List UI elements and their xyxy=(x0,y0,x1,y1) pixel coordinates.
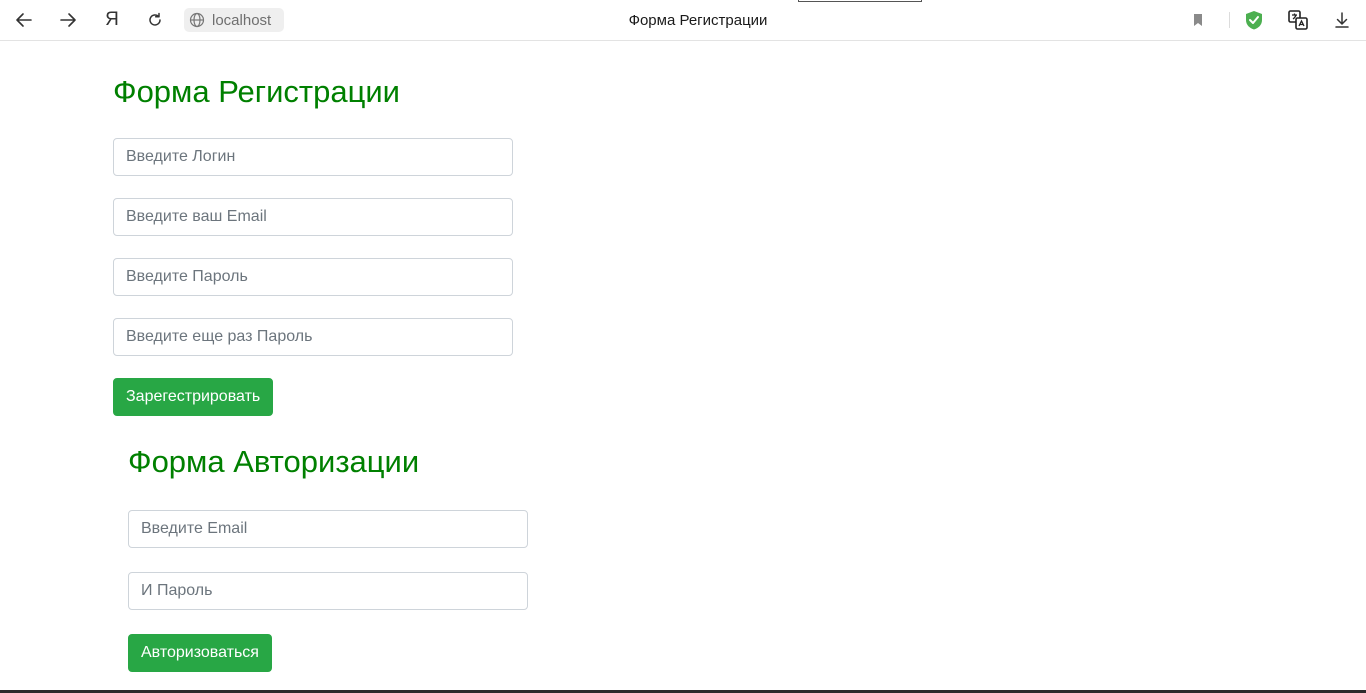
protect-button[interactable] xyxy=(1241,8,1267,32)
forward-button[interactable] xyxy=(55,8,81,32)
translate-icon xyxy=(1288,10,1308,30)
register-password-repeat-input[interactable] xyxy=(113,318,513,356)
address-bar[interactable]: localhost xyxy=(184,8,284,32)
auth-title: Форма Авторизации xyxy=(128,444,420,479)
download-icon xyxy=(1335,12,1349,28)
register-button[interactable]: Зарегестрировать xyxy=(113,378,274,416)
auth-password-input[interactable] xyxy=(128,572,528,610)
globe-icon[interactable] xyxy=(188,11,206,29)
arrow-left-icon xyxy=(16,13,32,27)
register-email-input[interactable] xyxy=(113,198,513,236)
back-button[interactable] xyxy=(11,8,37,32)
bookmark-icon xyxy=(1194,14,1202,26)
reload-button[interactable] xyxy=(142,8,168,32)
yandex-button[interactable]: Я xyxy=(99,8,125,32)
translate-button[interactable] xyxy=(1285,8,1311,32)
address-host: localhost xyxy=(212,11,272,29)
shield-check-icon xyxy=(1246,11,1262,30)
toolbar-separator xyxy=(1229,12,1230,28)
tab-indicator xyxy=(798,0,922,2)
auth-button[interactable]: Авторизоваться xyxy=(128,634,272,672)
login-input[interactable] xyxy=(113,138,513,176)
auth-email-input[interactable] xyxy=(128,510,528,548)
arrow-right-icon xyxy=(60,13,76,27)
register-title: Форма Регистрации xyxy=(113,74,400,109)
reload-icon xyxy=(149,12,161,26)
downloads-button[interactable] xyxy=(1329,8,1355,32)
page-content: Форма Регистрации Зарегестрировать Форма… xyxy=(0,41,1366,693)
browser-toolbar: Я localhost Форма Регистрации xyxy=(0,0,1366,41)
yandex-logo-icon: Я xyxy=(105,9,119,30)
bookmark-button[interactable] xyxy=(1185,8,1211,32)
register-password-input[interactable] xyxy=(113,258,513,296)
